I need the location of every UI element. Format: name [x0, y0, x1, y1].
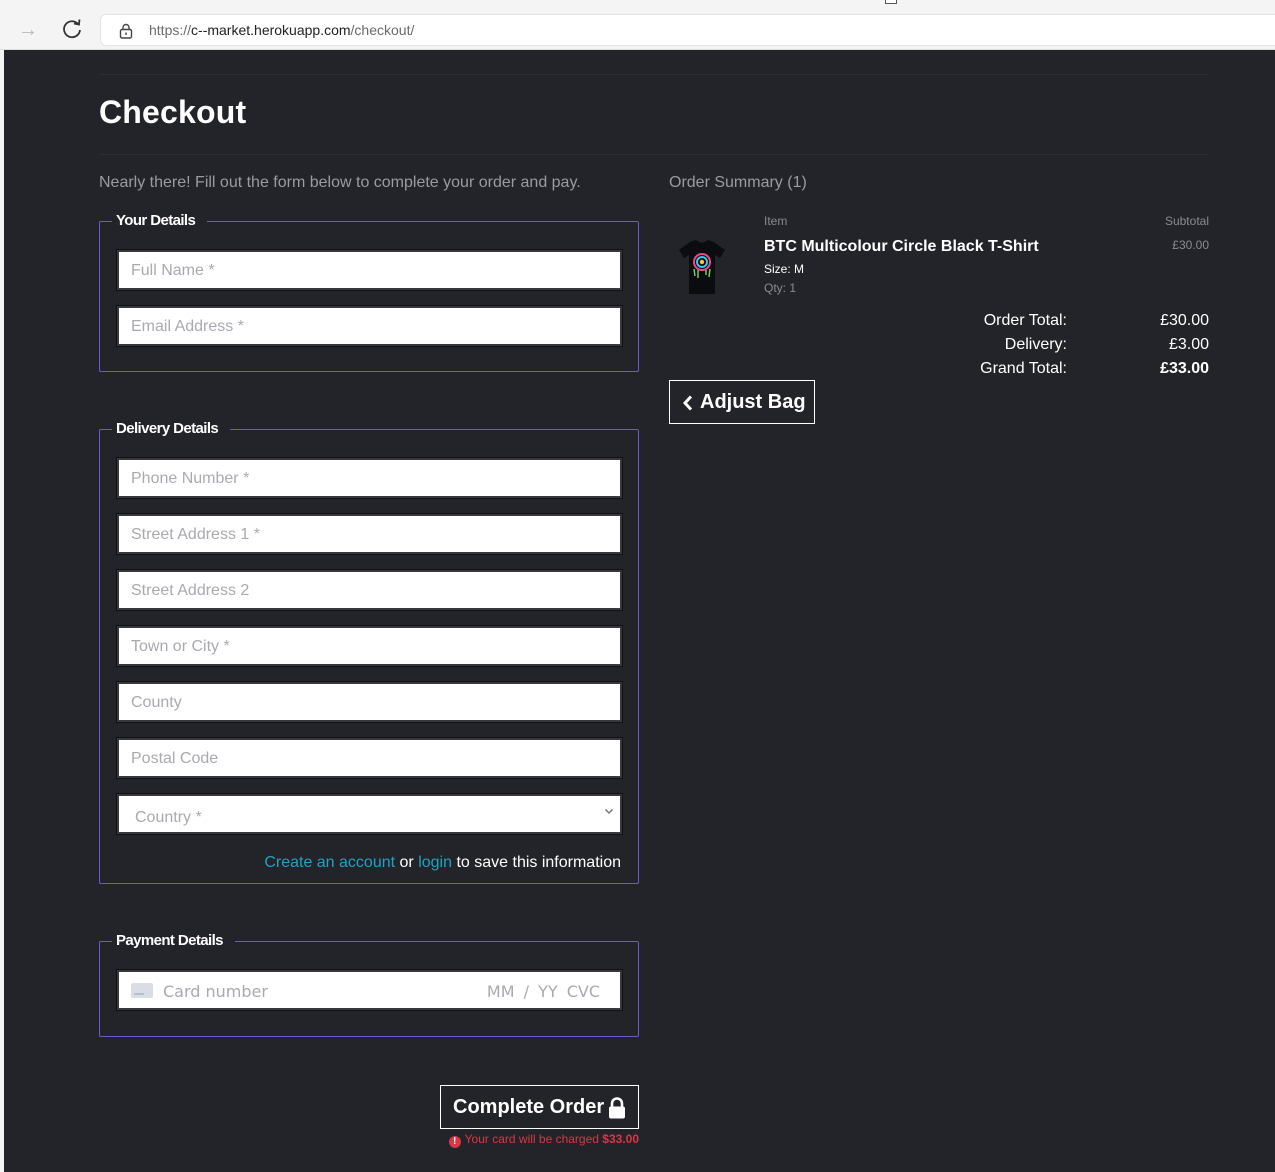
browser-toolbar: → https://c--market.herokuapp.com/checko…: [0, 0, 1275, 50]
save-info-text: Create an account or login to save this …: [264, 854, 621, 872]
delivery-value: £3.00: [1168, 336, 1209, 353]
email-placeholder: Email Address *: [131, 318, 244, 335]
login-link[interactable]: login: [418, 854, 452, 871]
address-bar[interactable]: https://c--market.herokuapp.com/checkout…: [100, 14, 1275, 46]
reload-icon[interactable]: [60, 17, 84, 41]
product-size: Size: M: [764, 262, 805, 276]
product-qty: Qty: 1: [764, 281, 797, 295]
county-input[interactable]: County: [117, 682, 622, 722]
tab-edge-marker: [885, 0, 897, 4]
order-summary-title: Order Summary (1): [669, 174, 807, 191]
forward-arrow-icon[interactable]: →: [16, 18, 40, 42]
page-title: Checkout: [99, 94, 247, 130]
divider: [99, 154, 1209, 155]
grand-total-value: £33.00: [1160, 360, 1209, 377]
checkout-page: Checkout Nearly there! Fill out the form…: [4, 50, 1275, 1172]
street-address-2-placeholder: Street Address 2: [131, 582, 250, 599]
product-image: [673, 236, 731, 298]
street-address-1-input[interactable]: Street Address 1 *: [117, 514, 622, 554]
credit-card-icon: [131, 983, 153, 998]
full-name-placeholder: Full Name *: [131, 262, 215, 279]
order-total-label: Order Total:: [983, 312, 1067, 329]
phone-placeholder: Phone Number *: [131, 470, 250, 487]
product-name: BTC Multicolour Circle Black T-Shirt: [764, 238, 1039, 255]
country-select[interactable]: Country *: [117, 794, 622, 834]
lock-icon: [119, 23, 133, 39]
or-text: or: [399, 854, 414, 871]
adjust-bag-label: Adjust Bag: [700, 391, 806, 413]
town-city-input[interactable]: Town or City *: [117, 626, 622, 666]
url-host: c--market.herokuapp.com: [191, 22, 351, 38]
your-details-legend: Your Details: [112, 212, 208, 229]
payment-details-legend: Payment Details: [112, 932, 235, 949]
create-account-link[interactable]: Create an account: [264, 854, 395, 871]
your-details-fieldset: Your Details Full Name * Email Address *: [99, 212, 639, 372]
charge-amount: $33.00: [602, 1132, 639, 1146]
card-element[interactable]: Card number MM / YY CVC: [117, 970, 622, 1010]
chevron-left-icon: [682, 395, 693, 411]
lock-icon: [609, 1097, 625, 1119]
charge-warning: ! Your card will be charged $33.00: [448, 1132, 639, 1148]
full-name-input[interactable]: Full Name *: [117, 250, 622, 290]
delivery-label: Delivery:: [1004, 336, 1067, 353]
adjust-bag-button[interactable]: Adjust Bag: [669, 380, 815, 424]
phone-input[interactable]: Phone Number *: [117, 458, 622, 498]
divider: [99, 74, 1209, 75]
complete-order-button[interactable]: Complete Order: [440, 1085, 639, 1129]
charge-notice-text: Your card will be charged: [464, 1132, 599, 1146]
subtotal-column-header: Subtotal: [1164, 214, 1209, 228]
url-path: /checkout/: [350, 22, 415, 38]
chevron-down-icon: [604, 808, 614, 815]
checkout-intro: Nearly there! Fill out the form below to…: [99, 174, 581, 191]
grand-total-label: Grand Total:: [980, 360, 1067, 377]
payment-details-fieldset: Payment Details Card number MM / YY CVC: [99, 932, 639, 1037]
email-input[interactable]: Email Address *: [117, 306, 622, 346]
street-address-1-placeholder: Street Address 1 *: [131, 526, 260, 543]
town-city-placeholder: Town or City *: [131, 638, 230, 655]
street-address-2-input[interactable]: Street Address 2: [117, 570, 622, 610]
card-number-placeholder: Card number: [163, 982, 268, 1001]
postal-code-input[interactable]: Postal Code: [117, 738, 622, 778]
delivery-details-legend: Delivery Details: [112, 420, 231, 437]
item-column-header: Item: [764, 214, 788, 228]
exclamation-circle-icon: !: [448, 1136, 461, 1148]
country-placeholder: Country *: [135, 809, 202, 826]
url-text: https://c--market.herokuapp.com/checkout…: [149, 22, 414, 38]
save-info-label: to save this information: [456, 854, 621, 871]
delivery-details-fieldset: Delivery Details Phone Number * Street A…: [99, 420, 639, 884]
expiry-cvc-placeholder: MM / YY CVC: [486, 982, 600, 1001]
postal-code-placeholder: Postal Code: [131, 750, 219, 767]
product-subtotal: £30.00: [1172, 238, 1209, 252]
url-scheme: https://: [149, 22, 192, 38]
complete-order-label: Complete Order: [453, 1096, 605, 1118]
order-total-value: £30.00: [1160, 312, 1209, 329]
county-placeholder: County: [131, 694, 182, 711]
